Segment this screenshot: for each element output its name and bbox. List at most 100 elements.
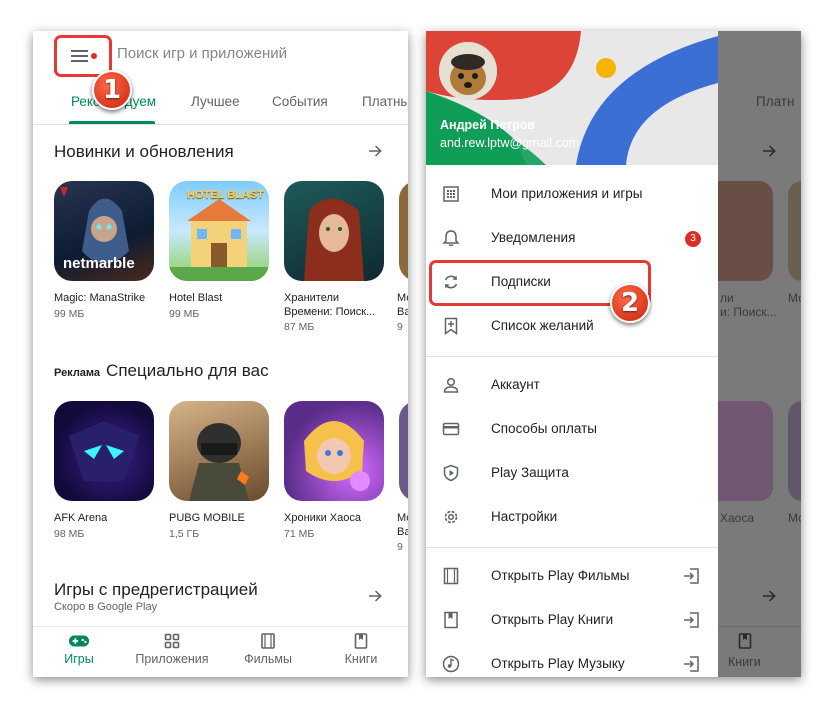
film-icon [261,633,275,649]
shield-play-icon [443,464,459,482]
person-icon [443,377,459,393]
drawer-item-account[interactable]: Аккаунт [426,363,718,407]
drawer-item-settings[interactable]: Настройки [426,495,718,539]
app-icon-afk-arena[interactable] [54,401,154,501]
drawer-item-open-play-books[interactable]: Открыть Play Книги [426,598,718,642]
drawer-item-label: Аккаунт [491,377,540,392]
app-name: Хроники Хаоса [284,512,361,524]
nav-books[interactable]: Книги [333,633,389,666]
dim-nav-books: Книги [728,655,761,669]
apps-grid-icon [164,633,180,649]
drawer-account-header[interactable]: Андрей Петров and.rew.lptw@gmail.com [426,31,718,165]
arrow-right-icon[interactable] [366,142,384,160]
apps-grid-icon [443,186,459,202]
app-size: 99 МБ [54,308,85,320]
open-external-icon [684,612,699,628]
drawer-item-label: Открыть Play Фильмы [491,568,630,583]
navigation-drawer: Андрей Петров and.rew.lptw@gmail.com Мои… [426,31,718,677]
arrow-right-icon [763,590,776,602]
book-icon [738,633,752,649]
drawer-scrim[interactable]: Платн ли и: Поиск... Мс Ва Хаоса Мс Ва К… [718,31,801,677]
step-marker-2: 2 [610,283,650,323]
drawer-item-label: Список желаний [491,318,594,333]
app-icon-partial[interactable] [399,181,408,281]
section-title-preregistration: Игры с предрегистрацией [54,580,258,599]
bookmark-plus-icon [444,317,458,335]
step-marker-1: 1 [92,70,132,110]
app-name: Hotel Blast [169,292,223,304]
arrow-right-icon[interactable] [366,587,384,605]
dim-app-name: ли [720,291,734,305]
notification-count-badge: 3 [685,231,701,247]
drawer-item-open-play-movies[interactable]: Открыть Play Фильмы [426,554,718,598]
app-name: Хранители Времени: Поиск... [284,292,376,318]
dim-app-name: Хаоса [720,511,755,525]
app-size: 87 МБ [284,321,315,333]
drawer-item-notifications[interactable]: Уведомления 3 [426,216,718,260]
app-name: Мо Ва [397,512,408,538]
section-subtitle-preregistration: Скоро в Google Play [54,601,158,613]
open-external-icon [684,656,699,672]
drawer-item-play-protect[interactable]: Play Защита [426,451,718,495]
book-icon [444,611,458,629]
app-name: Magic: ManaStrike [54,292,146,304]
play-store-drawer-screen: Платн ли и: Поиск... Мс Ва Хаоса Мс Ва К… [426,31,801,677]
dim-app-icon [788,401,801,501]
dim-app-name: Мс Ва [788,291,801,305]
drawer-item-my-apps[interactable]: Мои приложения и игры [426,172,718,216]
dim-app-icon [718,181,773,281]
drawer-item-label: Уведомления [491,230,576,245]
book-icon [354,633,368,649]
divider [426,547,718,548]
app-size: 99 МБ [169,308,200,320]
section-title-for-you: Реклама Специально для вас [54,361,269,380]
app-size: 9 [397,321,403,333]
gamepad-icon [68,635,90,647]
category-tabs: Рекомендуем Лучшее События Платные [33,87,408,125]
app-size: 71 МБ [284,528,315,540]
dim-app-icon [788,181,801,281]
hotel-blast-logo: HOTEL BLAST [187,189,264,201]
open-external-icon [684,568,699,584]
tab-events[interactable]: События [272,94,328,109]
dim-tab-paid: Платн [756,94,795,109]
active-tab-indicator [69,121,155,124]
tab-paid[interactable]: Платные [362,94,408,109]
drawer-item-wishlist[interactable]: Список желаний [426,304,718,348]
user-name: Андрей Петров [440,118,536,132]
section-title-new: Новинки и обновления [54,142,234,161]
music-icon [442,655,460,673]
search-placeholder[interactable]: Поиск игр и приложений [117,45,287,62]
dim-app-icon [718,401,773,501]
drawer-item-label: Play Защита [491,465,569,480]
drawer-item-label: Способы оплаты [491,421,597,436]
avatar[interactable] [439,42,497,100]
film-icon [443,567,459,585]
tab-top[interactable]: Лучшее [191,94,240,109]
app-name: Мо Ва [397,292,408,318]
app-size: 1,5 ГБ [169,528,200,540]
app-icon-magic-manastrike[interactable]: netmarble [54,181,154,281]
drawer-item-label: Открыть Play Музыку [491,656,625,671]
app-icon-chaos-chronicles[interactable] [284,401,384,501]
app-icon-partial[interactable] [399,401,408,501]
app-size: 9 [397,541,403,553]
drawer-item-payment-methods[interactable]: Способы оплаты [426,407,718,451]
app-name: AFK Arena [54,512,108,524]
bottom-navigation: Игры Приложения Фильмы Книги [33,626,408,677]
drawer-item-open-play-music[interactable]: Открыть Play Музыку [426,642,718,677]
user-email: and.rew.lptw@gmail.com [440,136,580,150]
nav-apps[interactable]: Приложения [130,633,214,666]
app-icon-pubg-mobile[interactable] [169,401,269,501]
gear-icon [444,510,458,524]
app-size: 98 МБ [54,528,85,540]
bell-icon [442,230,460,247]
app-icon-hotel-blast[interactable]: HOTEL BLAST [169,181,269,281]
app-icon-time-guardians[interactable] [284,181,384,281]
credit-card-icon [442,422,460,436]
nav-movies[interactable]: Фильмы [235,633,301,666]
drawer-item-label: Настройки [491,509,558,524]
netmarble-logo: netmarble [63,255,135,272]
divider [426,356,718,357]
nav-games[interactable]: Игры [49,633,109,666]
